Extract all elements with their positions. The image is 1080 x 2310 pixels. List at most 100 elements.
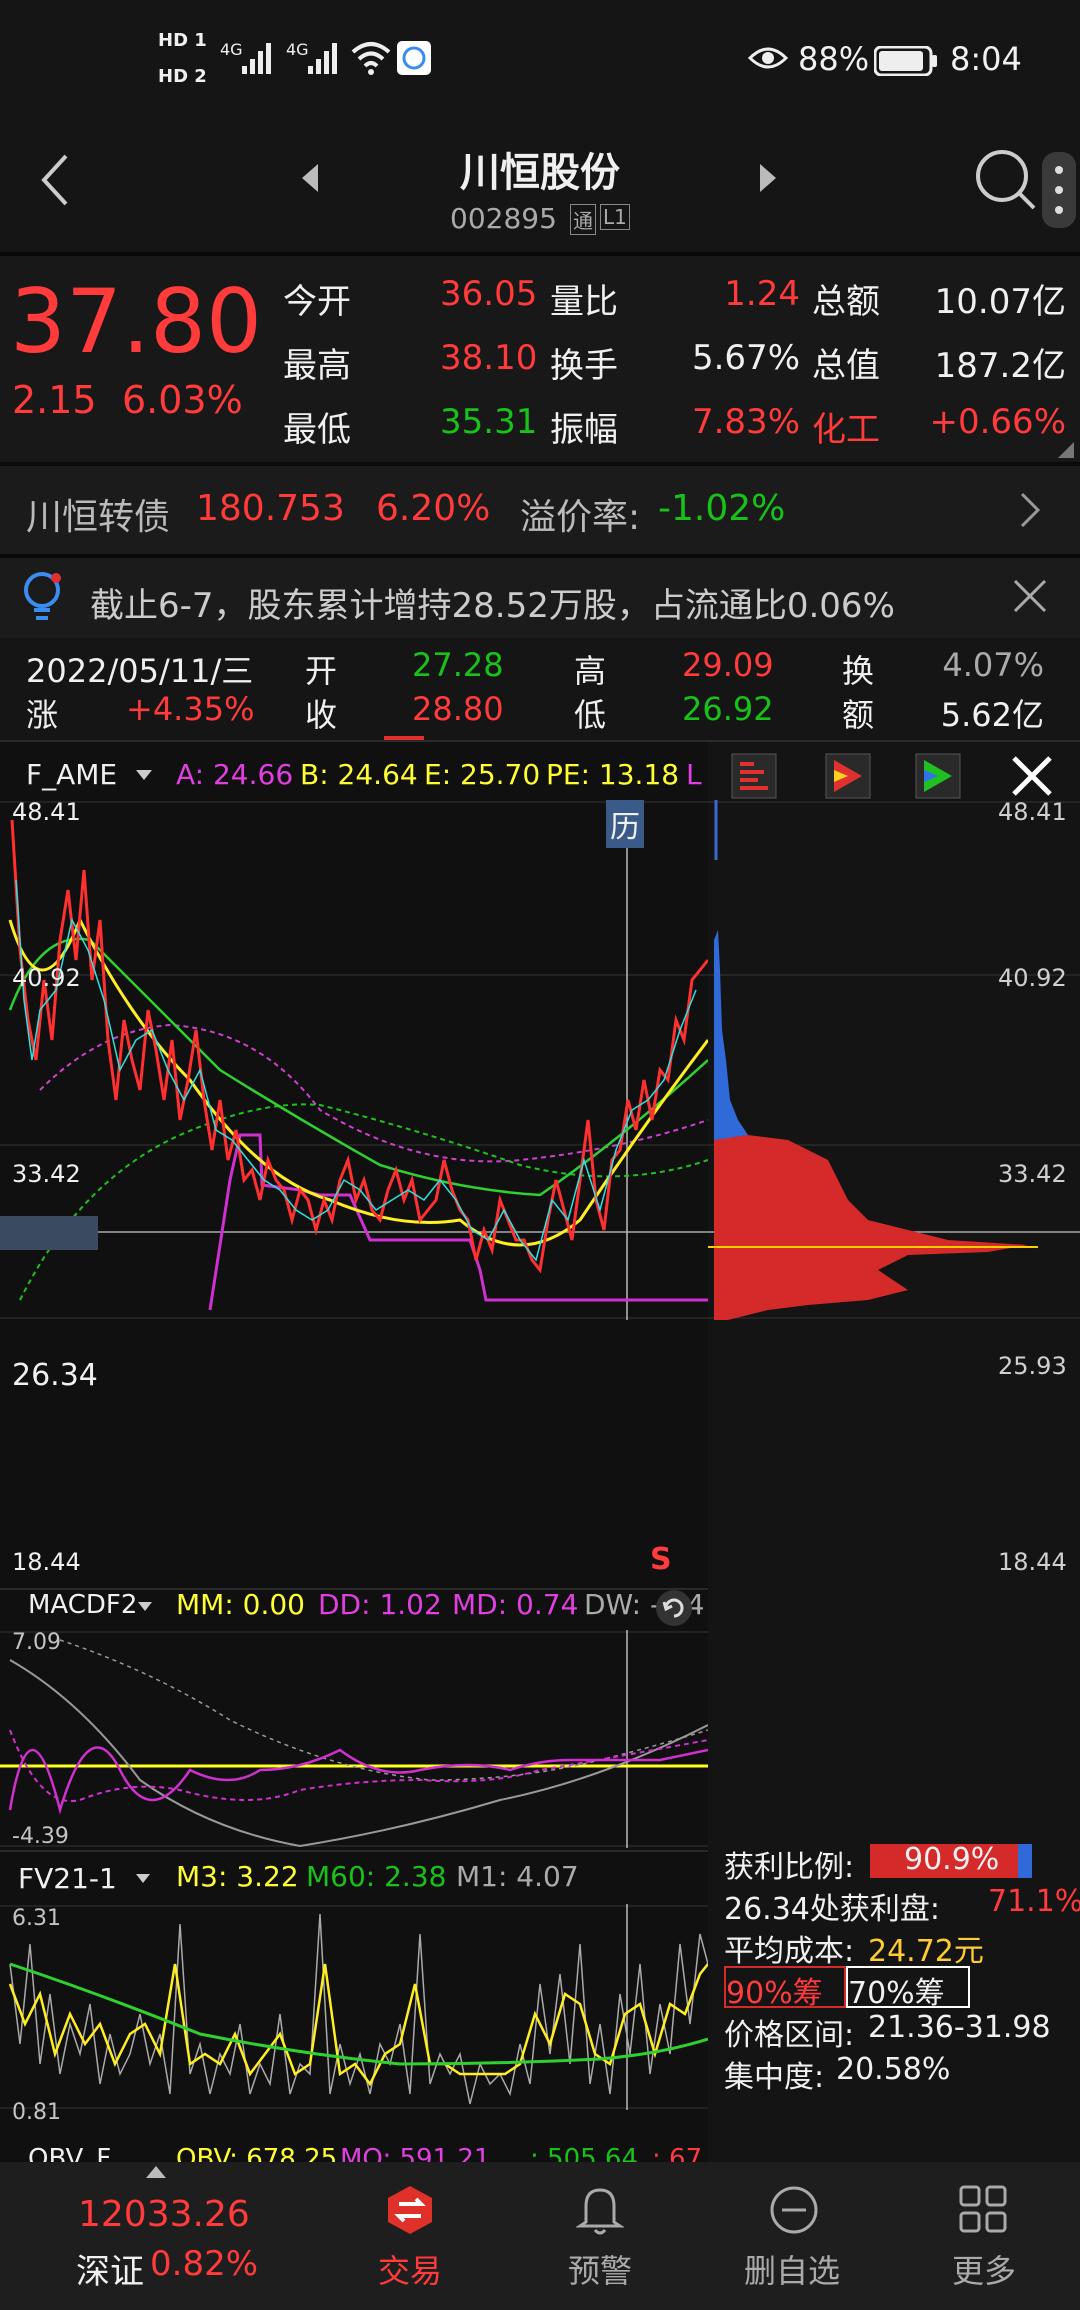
concentration-label: 集中度: [724, 2060, 825, 2095]
close-chip-panel-icon[interactable] [1008, 752, 1056, 800]
history-amount-label: 额 [842, 696, 875, 734]
bell-icon [576, 2188, 624, 2235]
index-value[interactable]: 12033.26 [78, 2194, 250, 2235]
value-amplitude: 7.83% [691, 402, 800, 442]
value-amount: 10.07亿 [934, 282, 1066, 322]
price-change-pct: 6.03% [122, 378, 243, 422]
premium-value: -1.02% [658, 488, 786, 529]
battery-icon [874, 46, 937, 76]
badge-tong: 通 [570, 204, 596, 235]
header: 川恒股份 002895 通 L1 [0, 130, 1080, 250]
chip-green-flag-icon[interactable] [914, 752, 962, 800]
bond-row[interactable]: 川恒转债 180.753 6.20% 溢价率: -1.02% [0, 466, 1080, 554]
label-sector[interactable]: 化工 [812, 402, 880, 451]
signal-icon [242, 43, 271, 74]
corner-expand-icon[interactable] [1058, 442, 1074, 458]
nav-remove-watchlist-label: 删自选 [744, 2252, 841, 2290]
next-stock-icon[interactable] [756, 162, 780, 194]
badge-l1: L1 [600, 204, 630, 230]
stock-name: 川恒股份 [460, 150, 620, 196]
obv-v4: : 67 [652, 2144, 703, 2162]
notice-banner[interactable]: 截止6-7，股东累计增持28.52万股，占流通比0.06% [0, 558, 1080, 638]
history-low-label: 低 [574, 696, 607, 734]
concentration-value: 20.58% [836, 2052, 951, 2087]
expand-up-icon[interactable] [146, 2166, 166, 2178]
label-open: 今开 [283, 282, 351, 322]
legend-a: A: 24.66 [176, 758, 294, 791]
obv-v3: : 505.64 [530, 2144, 638, 2162]
prev-stock-icon[interactable] [298, 162, 322, 194]
search-icon[interactable] [974, 148, 1038, 212]
fv-dropdown-icon[interactable] [136, 1874, 150, 1883]
refresh-icon[interactable] [654, 1588, 694, 1628]
label-amount: 总额 [812, 282, 880, 322]
history-high: 29.09 [682, 646, 774, 684]
chip90-button[interactable]: 90%筹 [724, 1966, 846, 2011]
nav-more[interactable]: 更多 [934, 2184, 1034, 2304]
stock-code: 002895 [450, 202, 557, 235]
notice-text: 截止6-7，股东累计增持28.52万股，占流通比0.06% [90, 586, 895, 626]
obv-indicator-name[interactable]: OBV_F [28, 2144, 111, 2162]
nav-alert-label: 预警 [568, 2252, 633, 2290]
fv-indicator-name[interactable]: FV21-1 [18, 1862, 117, 1895]
fv-chart[interactable] [0, 1904, 708, 2110]
bond-price: 180.753 [196, 488, 345, 529]
history-open: 27.28 [412, 646, 504, 684]
value-volume-ratio: 1.24 [724, 274, 800, 314]
chip-y-3: 25.93 [998, 1352, 1067, 1380]
legend-e: E: 25.70 [424, 758, 541, 791]
kline-chart[interactable] [0, 800, 708, 1320]
history-high-label: 高 [574, 652, 607, 690]
last-price: 37.80 [10, 270, 262, 373]
main-chart[interactable]: F_AME A: 24.66 B: 24.64 E: 25.70 PE: 13.… [0, 742, 708, 2162]
more-menu-icon[interactable] [1042, 152, 1076, 228]
price-change: 2.15 [12, 378, 97, 422]
value-sector[interactable]: +0.66% [900, 402, 1067, 442]
fv-y-bottom: 0.81 [12, 2100, 61, 2125]
history-tag[interactable]: 历 [606, 800, 644, 848]
history-open-label: 开 [305, 652, 338, 690]
y-label-mid1: 40.92 [12, 964, 81, 992]
macd-y-bottom: -4.39 [12, 1824, 69, 1849]
nav-remove-watchlist[interactable]: 删自选 [734, 2184, 854, 2304]
macd-chart[interactable] [0, 1630, 708, 1848]
chip70-button[interactable]: 70%筹 [846, 1966, 970, 2011]
trade-icon [388, 2186, 432, 2234]
nav-trade-label: 交易 [378, 2252, 443, 2290]
premium-label: 溢价率: [520, 497, 641, 538]
label-market-cap: 总值 [812, 346, 880, 386]
chip-panel[interactable]: 48.41 40.92 33.42 25.93 18.44 获利比例: 90.9… [708, 742, 1080, 2162]
legend-b: B: 24.64 [300, 758, 418, 791]
back-icon[interactable] [36, 150, 76, 210]
status-bar: HD 1 HD 2 4G 4G 88% 8:04 [0, 0, 1080, 130]
indicator-dropdown-icon[interactable] [136, 770, 152, 780]
close-icon[interactable] [1012, 578, 1048, 614]
nav-alert[interactable]: 预警 [550, 2184, 650, 2304]
history-change: +4.35% [126, 690, 255, 728]
value-market-cap: 187.2亿 [934, 346, 1066, 386]
label-low: 最低 [283, 410, 351, 450]
obv-mo: MO: 591.21 [340, 2144, 491, 2162]
chevron-right-icon [1020, 492, 1041, 528]
profit-ratio-value: 90.9% [904, 1842, 1000, 1877]
label-amplitude: 振幅 [550, 410, 618, 450]
y-label-mid2: 33.42 [12, 1160, 81, 1188]
chip-red-flag-icon[interactable] [824, 752, 872, 800]
sim2-label: HD 2 [158, 66, 207, 87]
macd-dropdown-icon[interactable] [138, 1602, 152, 1611]
quote-panel: 37.80 2.15 6.03% 今开 36.05 量比 1.24 总额 10.… [0, 256, 1080, 461]
main-indicator-name[interactable]: F_AME [26, 758, 117, 791]
avg-cost-value: 24.72元 [868, 1934, 984, 1969]
obv-value: OBV: 678.25 [176, 2144, 338, 2162]
label-turnover: 换手 [550, 346, 618, 386]
y-label-crosshair: 26.34 [12, 1358, 98, 1393]
chip-y-2: 33.42 [998, 1160, 1067, 1188]
macd-md: MD: 0.74 [452, 1588, 579, 1621]
chip-list-icon[interactable] [730, 752, 778, 800]
fv-y-top: 6.31 [12, 1906, 61, 1931]
value-turnover: 5.67% [691, 338, 800, 378]
macd-indicator-name[interactable]: MACDF2 [28, 1590, 137, 1620]
value-low: 35.31 [440, 402, 538, 442]
nav-trade[interactable]: 交易 [360, 2184, 460, 2304]
avg-cost-label: 平均成本: [724, 1934, 855, 1969]
